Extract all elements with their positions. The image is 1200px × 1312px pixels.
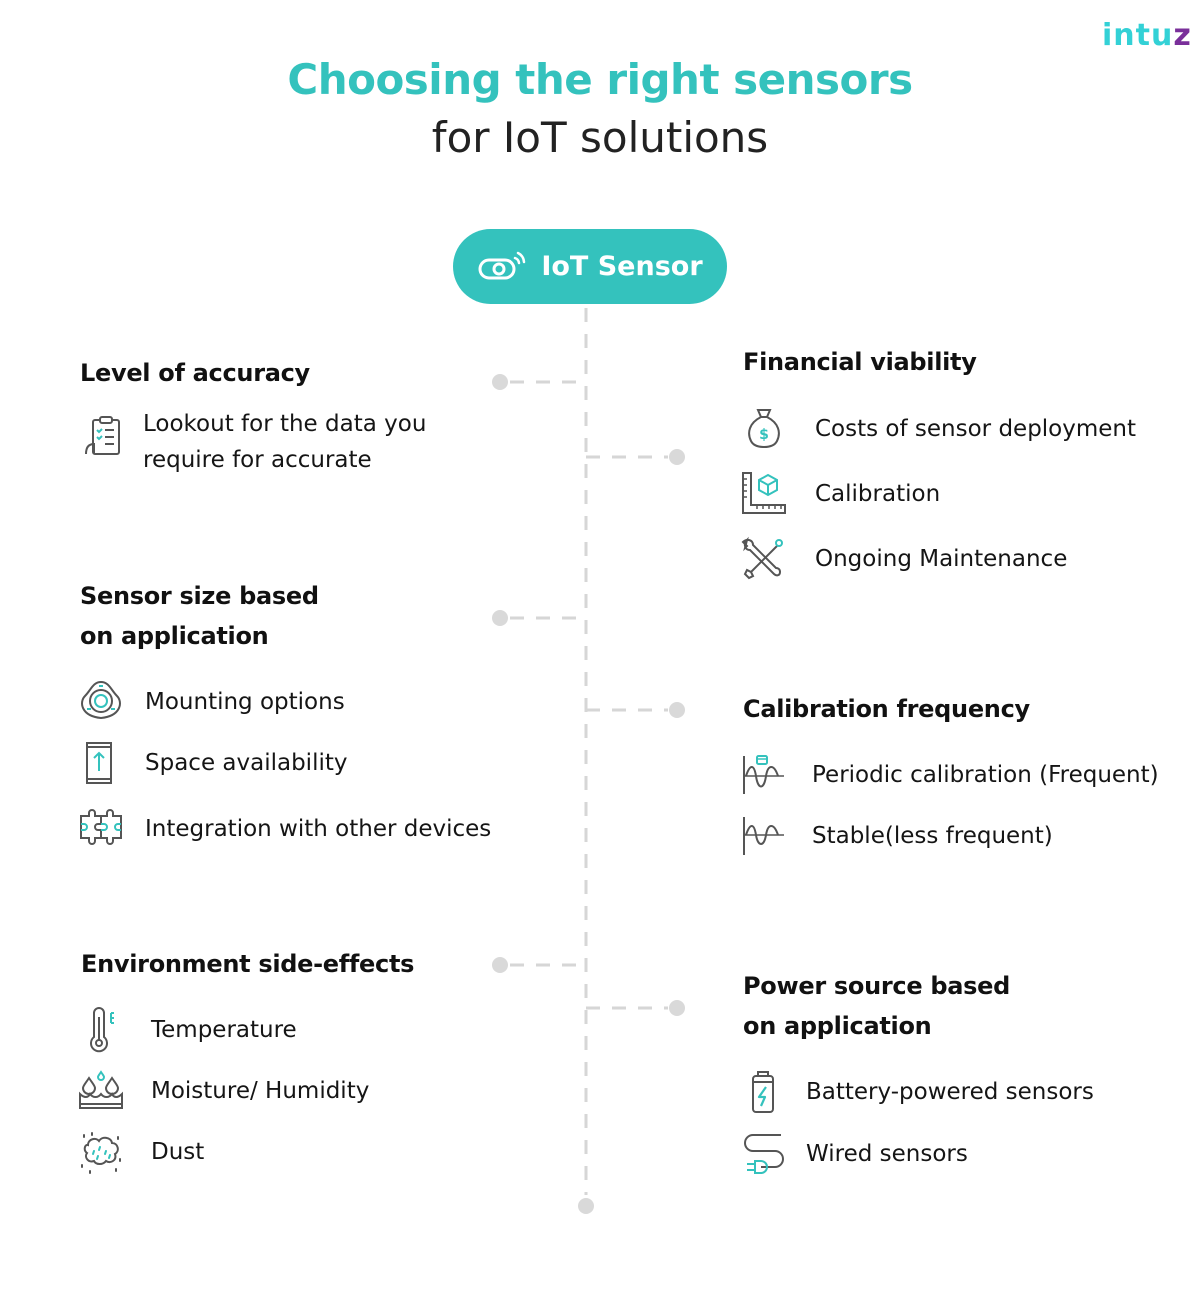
money-bag-icon: $ — [748, 409, 780, 449]
puzzle-icon — [80, 809, 122, 845]
list-item: Temperature — [78, 1007, 297, 1053]
item-label: Costs of sensor deployment — [815, 416, 1137, 442]
battery-icon — [752, 1071, 774, 1113]
checklist-icon — [85, 416, 120, 455]
item-label: Dust — [151, 1139, 205, 1165]
item-label: Calibration — [815, 481, 941, 507]
list-item: Periodic calibration (Frequent) — [741, 752, 1159, 798]
list-item: Battery-powered sensors — [741, 1069, 1094, 1115]
list-item: Lookout for the data you require for acc… — [80, 406, 480, 478]
item-label: Wired sensors — [806, 1141, 968, 1167]
mount-icon — [81, 680, 121, 720]
plug-icon — [744, 1134, 784, 1174]
node-dot-accuracy — [492, 374, 508, 390]
section-title-line: on application — [80, 622, 269, 650]
section-title-accuracy: Level of accuracy — [80, 359, 310, 387]
humidity-icon — [79, 1070, 123, 1109]
list-item: Moisture/ Humidity — [78, 1068, 369, 1114]
list-item: Space availability — [78, 740, 347, 786]
item-label: Space availability — [145, 750, 348, 776]
space-icon — [86, 742, 112, 784]
item-label: Ongoing Maintenance — [815, 546, 1068, 572]
node-dot-power — [669, 1000, 685, 1016]
connector-lines — [492, 308, 685, 1214]
section-title-environment: Environment side-effects — [81, 950, 415, 978]
section-title-financial: Financial viability — [743, 348, 977, 376]
item-label: Periodic calibration (Frequent) — [812, 762, 1159, 788]
svg-text:$: $ — [759, 427, 769, 443]
list-item: Mounting options — [78, 679, 345, 725]
list-item: $ Costs of sensor deployment — [741, 406, 1136, 452]
list-item: Calibration — [741, 471, 940, 517]
list-item: Dust — [78, 1129, 204, 1175]
list-item: Wired sensors — [741, 1131, 968, 1177]
node-dot-end — [578, 1198, 594, 1214]
item-label: Battery-powered sensors — [806, 1079, 1094, 1105]
item-label: Temperature — [151, 1017, 297, 1043]
section-title-calibration-frequency: Calibration frequency — [743, 695, 1030, 723]
thermometer-icon — [90, 1007, 114, 1053]
item-label: Mounting options — [145, 689, 345, 715]
item-label: Moisture/ Humidity — [151, 1078, 370, 1104]
list-item: Ongoing Maintenance — [741, 536, 1067, 582]
calibration-ruler-icon — [742, 472, 786, 514]
periodic-wave-icon — [743, 755, 784, 794]
item-label: Stable(less frequent) — [812, 823, 1053, 849]
list-item: Integration with other devices — [78, 806, 491, 852]
section-title-size: Sensor size based on application — [80, 576, 319, 656]
section-title-line: on application — [743, 1012, 932, 1040]
dust-icon — [81, 1132, 121, 1174]
iot-sensor-icon — [478, 251, 526, 279]
tools-icon — [741, 536, 783, 580]
iot-sensor-label: IoT Sensor — [541, 251, 703, 282]
node-dot-size — [492, 610, 508, 626]
list-item: Stable(less frequent) — [741, 813, 1053, 859]
node-dot-environment — [492, 957, 508, 973]
node-dot-calibration — [669, 702, 685, 718]
stable-wave-icon — [743, 817, 784, 855]
section-title-power: Power source based on application — [743, 966, 1010, 1046]
section-title-line: Power source based — [743, 972, 1010, 1000]
iot-sensor-node: IoT Sensor — [453, 229, 727, 304]
section-title-line: Sensor size based — [80, 582, 319, 610]
node-dot-financial — [669, 449, 685, 465]
item-label: Integration with other devices — [145, 816, 492, 842]
item-label: Lookout for the data you require for acc… — [143, 411, 427, 473]
